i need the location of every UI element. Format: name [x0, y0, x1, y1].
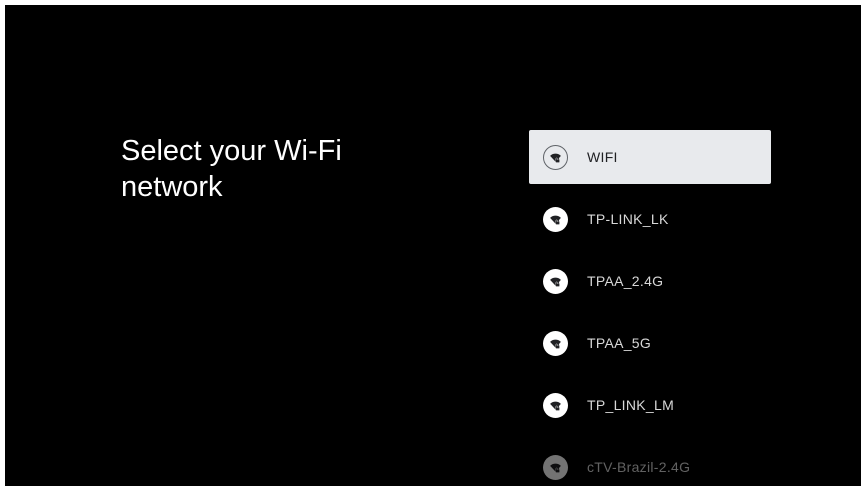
wifi-locked-icon	[543, 454, 568, 480]
wifi-locked-icon	[543, 330, 568, 356]
network-item-tpaa-5g[interactable]: TPAA_5G	[529, 316, 771, 370]
wifi-setup-screen: Select your Wi-Fi network WIFI TP-LINK_L…	[5, 5, 861, 486]
network-item-tpaa-2-4g[interactable]: TPAA_2.4G	[529, 254, 771, 308]
page-title: Select your Wi-Fi network	[121, 135, 342, 203]
wifi-locked-icon	[543, 206, 568, 232]
wifi-locked-icon	[543, 392, 568, 418]
network-name: TP_LINK_LM	[587, 397, 675, 413]
network-name: WIFI	[587, 149, 618, 165]
wifi-locked-icon	[543, 268, 568, 294]
network-name: cTV-Brazil-2.4G	[587, 459, 691, 475]
wifi-locked-icon	[543, 144, 568, 170]
network-item-tp-link-lk[interactable]: TP-LINK_LK	[529, 192, 771, 246]
network-item-ctv-brazil-2-4g[interactable]: cTV-Brazil-2.4G	[529, 440, 771, 486]
network-item-wifi[interactable]: WIFI	[529, 130, 771, 184]
network-name: TPAA_2.4G	[587, 273, 664, 289]
network-name: TP-LINK_LK	[587, 211, 669, 227]
network-name: TPAA_5G	[587, 335, 652, 351]
wifi-network-list: WIFI TP-LINK_LK TPAA_2.4G TPAA_5G TP_LIN…	[529, 130, 771, 486]
network-item-tp-link-lm[interactable]: TP_LINK_LM	[529, 378, 771, 432]
